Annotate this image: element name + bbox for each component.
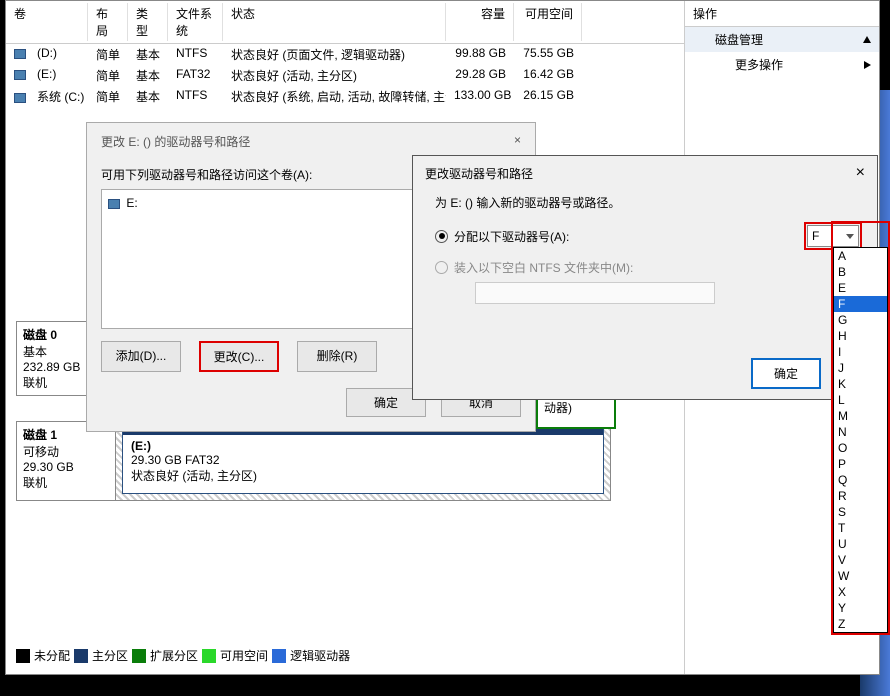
dialog-change-letter: 更改驱动器号和路径 × 为 E: () 输入新的驱动器号或路径。 分配以下驱动器… [412,155,878,400]
dialog-title: 更改 E: () 的驱动器号和路径 [101,133,250,150]
legend: 未分配 主分区 扩展分区 可用空间 逻辑驱动器 [16,647,350,664]
dropdown-item[interactable]: X [834,584,887,600]
dialog-title: 更改驱动器号和路径 [425,165,533,182]
remove-button[interactable]: 删除(R) [297,341,377,372]
dropdown-item[interactable]: T [834,520,887,536]
actions-header: 操作 [685,1,879,27]
dropdown-item[interactable]: V [834,552,887,568]
change-button[interactable]: 更改(C)... [199,341,279,372]
col-status[interactable]: 状态 [223,3,446,41]
dropdown-item[interactable]: H [834,328,887,344]
actions-more[interactable]: 更多操作 [685,52,879,77]
dropdown-item[interactable]: F [834,296,887,312]
dropdown-item[interactable]: R [834,488,887,504]
dropdown-item[interactable]: Y [834,600,887,616]
chevron-up-icon [863,36,871,43]
radio-assign-letter[interactable] [435,230,448,243]
dropdown-item[interactable]: E [834,280,887,296]
dropdown-item[interactable]: P [834,456,887,472]
col-capacity[interactable]: 容量 [446,3,514,41]
dropdown-item[interactable]: U [834,536,887,552]
dropdown-item[interactable]: A [834,248,887,264]
dropdown-item[interactable]: N [834,424,887,440]
drive-letter-dropdown[interactable]: ABEFGHIJKLMNOPQRSTUVWXYZ [833,247,888,633]
ok-button[interactable]: 确定 [751,358,821,389]
disk-name: 磁盘 1 [23,428,57,442]
dropdown-item[interactable]: G [834,312,887,328]
actions-disk-management[interactable]: 磁盘管理 [685,27,879,52]
col-type[interactable]: 类型 [128,3,168,41]
drive-icon [14,93,26,103]
disk-panel-1[interactable]: 磁盘 1 可移动 29.30 GB 联机 (E:) 29.30 GB FAT32… [16,421,611,501]
dropdown-item[interactable]: L [834,392,887,408]
dropdown-item[interactable]: O [834,440,887,456]
partition-e[interactable]: (E:) 29.30 GB FAT32 状态良好 (活动, 主分区) [122,428,604,494]
drive-icon [14,70,26,80]
close-icon[interactable]: × [856,164,865,182]
col-layout[interactable]: 布局 [88,3,128,41]
dropdown-item[interactable]: J [834,360,887,376]
dropdown-item[interactable]: W [834,568,887,584]
dropdown-item[interactable]: M [834,408,887,424]
chevron-right-icon [864,61,871,69]
drive-icon [14,49,26,59]
radio-mount-folder[interactable] [435,261,448,274]
dropdown-item[interactable]: B [834,264,887,280]
dropdown-item[interactable]: Z [834,616,887,632]
dropdown-item[interactable]: Q [834,472,887,488]
dropdown-item[interactable]: I [834,344,887,360]
dropdown-item[interactable]: K [834,376,887,392]
dropdown-item[interactable]: S [834,504,887,520]
close-icon[interactable]: × [514,133,521,150]
col-volume[interactable]: 卷 [6,3,88,41]
folder-path-input [475,282,715,304]
col-fs[interactable]: 文件系统 [168,3,223,41]
drive-icon [108,199,120,209]
dialog-description: 为 E: () 输入新的驱动器号或路径。 [413,190,877,219]
add-button[interactable]: 添加(D)... [101,341,181,372]
disk-name: 磁盘 0 [23,328,57,342]
col-free[interactable]: 可用空间 [514,3,582,41]
